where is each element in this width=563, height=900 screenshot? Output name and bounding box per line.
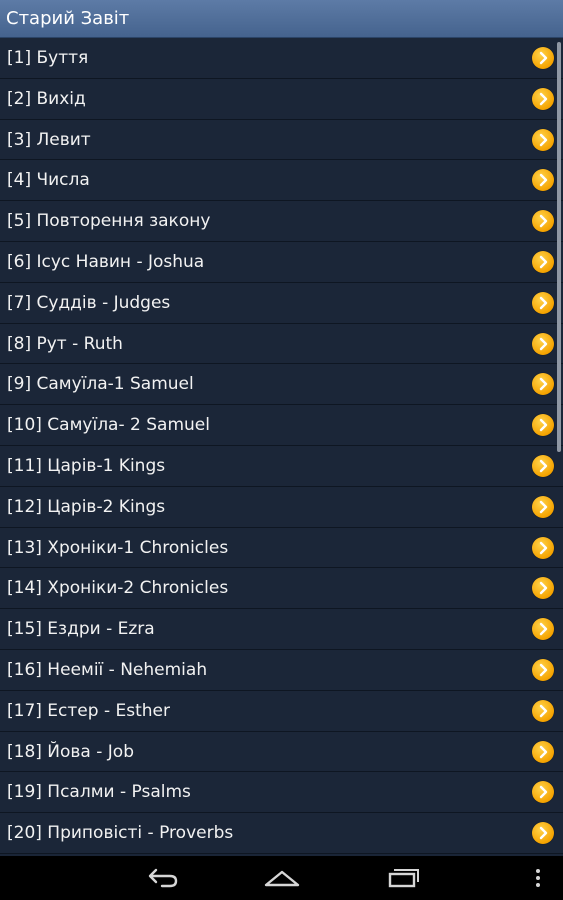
book-label: [19] Псалми - Psalms <box>7 782 191 803</box>
chevron-right-circle-icon[interactable] <box>532 822 554 845</box>
book-label: [15] Ездри - Ezra <box>7 619 155 640</box>
list-item-book-11[interactable]: [11] Царів-1 Kings <box>0 445 563 487</box>
list-item-book-1[interactable]: [1] Буття <box>0 38 563 79</box>
book-label: [7] Суддів - Judges <box>7 292 171 313</box>
scrollbar[interactable] <box>557 42 561 452</box>
chevron-right-circle-icon[interactable] <box>532 781 554 804</box>
chevron-right-circle-icon[interactable] <box>532 373 554 396</box>
list-item-book-10[interactable]: [10] Самуїла- 2 Samuel <box>0 405 563 446</box>
book-label: [4] Числа <box>7 170 90 191</box>
chevron-right-circle-icon[interactable] <box>532 250 554 273</box>
book-label: [3] Левит <box>7 129 91 150</box>
list-item-book-14[interactable]: [14] Хроніки-2 Chronicles <box>0 568 563 610</box>
book-label: [2] Вихід <box>7 88 86 109</box>
chevron-right-circle-icon[interactable] <box>532 87 554 110</box>
recent-apps-icon[interactable] <box>382 864 422 892</box>
list-item-book-12[interactable]: [12] Царів-2 Kings <box>0 486 563 528</box>
book-label: [17] Естер - Esther <box>7 700 170 721</box>
list-item-book-13[interactable]: [13] Хроніки-1 Chronicles <box>0 527 563 569</box>
book-label: [10] Самуїла- 2 Samuel <box>7 415 210 436</box>
book-label: [8] Рут - Ruth <box>7 333 123 354</box>
system-nav-bar <box>0 856 563 900</box>
home-icon[interactable] <box>262 864 302 892</box>
book-list[interactable]: [1] Буття [2] Вихід [3] Левит [4] Числа … <box>0 38 563 856</box>
book-label: [6] Ісус Навин - Joshua <box>7 251 205 272</box>
list-item-book-5[interactable]: [5] Повторення закону <box>0 201 563 242</box>
chevron-right-circle-icon[interactable] <box>532 128 554 151</box>
book-label: [18] Йова - Job <box>7 741 135 762</box>
book-label: [16] Неемії - Nehemiah <box>7 659 208 680</box>
screen: Старий Завіт [1] Буття [2] Вихід [3] Лев… <box>0 0 563 900</box>
chevron-right-circle-icon[interactable] <box>532 577 554 600</box>
overflow-menu-icon[interactable] <box>528 864 548 892</box>
chevron-right-circle-icon[interactable] <box>532 699 554 722</box>
book-label: [5] Повторення закону <box>7 211 211 232</box>
book-label: [9] Самуїла-1 Samuel <box>7 374 194 395</box>
book-label: [14] Хроніки-2 Chronicles <box>7 578 229 599</box>
list-item-book-17[interactable]: [17] Естер - Esther <box>0 690 563 732</box>
chevron-right-circle-icon[interactable] <box>532 291 554 314</box>
book-label: [13] Хроніки-1 Chronicles <box>7 537 229 558</box>
book-label: [12] Царів-2 Kings <box>7 496 166 517</box>
book-label: [20] Приповісті - Proverbs <box>7 823 234 844</box>
chevron-right-circle-icon[interactable] <box>532 332 554 355</box>
chevron-right-circle-icon[interactable] <box>532 210 554 233</box>
chevron-right-circle-icon[interactable] <box>532 740 554 763</box>
list-item-book-3[interactable]: [3] Левит <box>0 119 563 161</box>
chevron-right-circle-icon[interactable] <box>532 658 554 681</box>
list-item-book-16[interactable]: [16] Неемії - Nehemiah <box>0 649 563 691</box>
list-item-book-7[interactable]: [7] Суддів - Judges <box>0 282 563 324</box>
chevron-right-circle-icon[interactable] <box>532 47 554 69</box>
list-item-book-6[interactable]: [6] Ісус Навин - Joshua <box>0 241 563 283</box>
list-item-book-20[interactable]: [20] Приповісті - Proverbs <box>0 813 563 854</box>
list-item-book-9[interactable]: [9] Самуїла-1 Samuel <box>0 364 563 406</box>
chevron-right-circle-icon[interactable] <box>532 169 554 192</box>
list-item-book-8[interactable]: [8] Рут - Ruth <box>0 323 563 365</box>
title-bar: Старий Завіт <box>0 0 563 38</box>
chevron-right-circle-icon[interactable] <box>532 618 554 641</box>
chevron-right-circle-icon[interactable] <box>532 454 554 477</box>
list-item-book-15[interactable]: [15] Ездри - Ezra <box>0 609 563 650</box>
list-item-book-19[interactable]: [19] Псалми - Psalms <box>0 772 563 814</box>
list-item-book-18[interactable]: [18] Йова - Job <box>0 731 563 773</box>
list-item-book-2[interactable]: [2] Вихід <box>0 78 563 120</box>
list-item-book-4[interactable]: [4] Числа <box>0 160 563 202</box>
book-label: [1] Буття <box>7 48 89 68</box>
page-title: Старий Завіт <box>6 8 130 29</box>
book-label: [11] Царів-1 Kings <box>7 455 166 476</box>
chevron-right-circle-icon[interactable] <box>532 414 554 437</box>
chevron-right-circle-icon[interactable] <box>532 495 554 518</box>
back-arrow-icon[interactable] <box>142 864 182 892</box>
chevron-right-circle-icon[interactable] <box>532 536 554 559</box>
